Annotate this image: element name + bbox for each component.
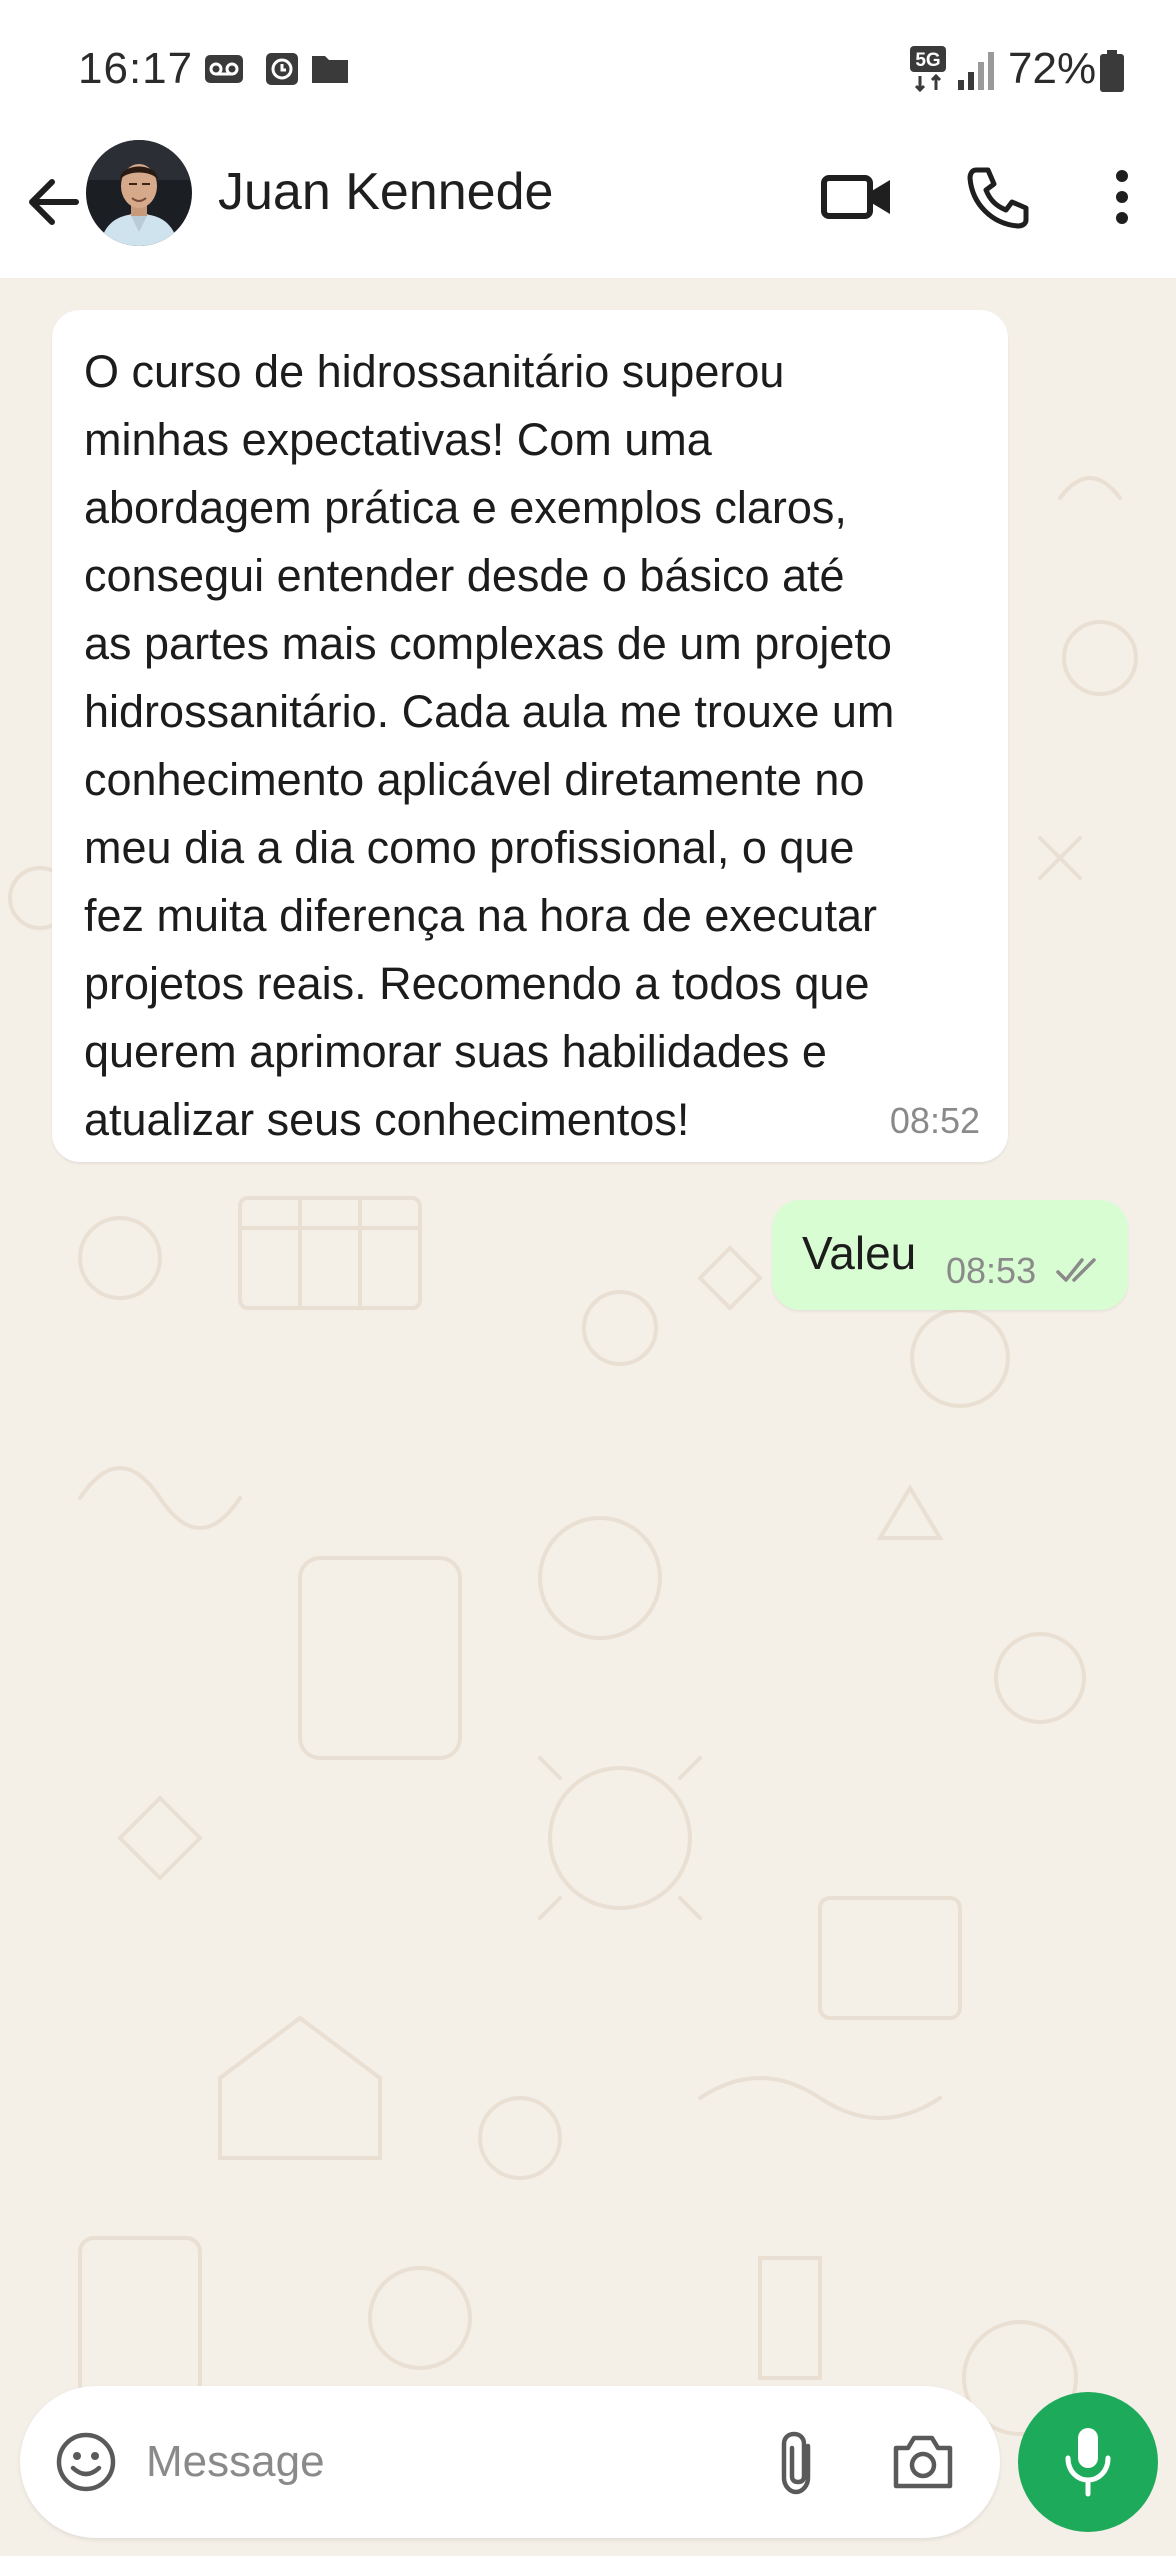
contact-avatar[interactable]	[86, 140, 192, 246]
voice-message-button[interactable]	[1018, 2392, 1158, 2532]
incoming-message-text: O curso de hidrossanitário superou minha…	[84, 346, 895, 1145]
outgoing-message-text: Valeu	[802, 1227, 917, 1279]
clock-notification-icon	[266, 53, 298, 85]
status-time: 16:17	[78, 44, 194, 93]
outgoing-message[interactable]: Valeu 08:53	[772, 1200, 1128, 1310]
message-input[interactable]	[146, 2428, 746, 2496]
chat-header: Juan Kennede	[0, 140, 1176, 278]
outgoing-message-time: 08:53	[946, 1250, 1037, 1291]
emoji-icon[interactable]	[54, 2430, 118, 2494]
whatsapp-chat-screen: 16:17 5G 72% Juan Kennede O curso de hid…	[0, 0, 1176, 2556]
signal-5g-icon: 5G	[910, 46, 994, 92]
video-call-icon[interactable]	[818, 164, 898, 228]
camera-icon[interactable]	[890, 2430, 956, 2492]
attach-icon[interactable]	[772, 2428, 824, 2498]
incoming-message-time: 08:52	[889, 1100, 980, 1141]
back-arrow-icon[interactable]	[22, 170, 86, 234]
voicemail-icon	[205, 55, 243, 83]
avatar-image	[86, 140, 192, 246]
phone-icon[interactable]	[962, 162, 1032, 232]
contact-name[interactable]: Juan Kennede	[218, 162, 553, 222]
network-label: 5G	[915, 50, 940, 71]
double-check-icon	[1056, 1258, 1096, 1282]
more-vert-icon[interactable]	[1100, 162, 1144, 232]
chat-area[interactable]: O curso de hidrossanitário superou minha…	[0, 278, 1176, 2556]
folder-icon	[312, 56, 348, 83]
message-composer	[20, 2386, 1000, 2538]
battery-icon	[1100, 50, 1124, 92]
status-bar: 16:17 5G 72%	[0, 0, 1176, 140]
incoming-message[interactable]: O curso de hidrossanitário superou minha…	[52, 310, 1008, 1162]
battery-percent: 72%	[1008, 44, 1097, 93]
microphone-icon	[1065, 2428, 1111, 2497]
